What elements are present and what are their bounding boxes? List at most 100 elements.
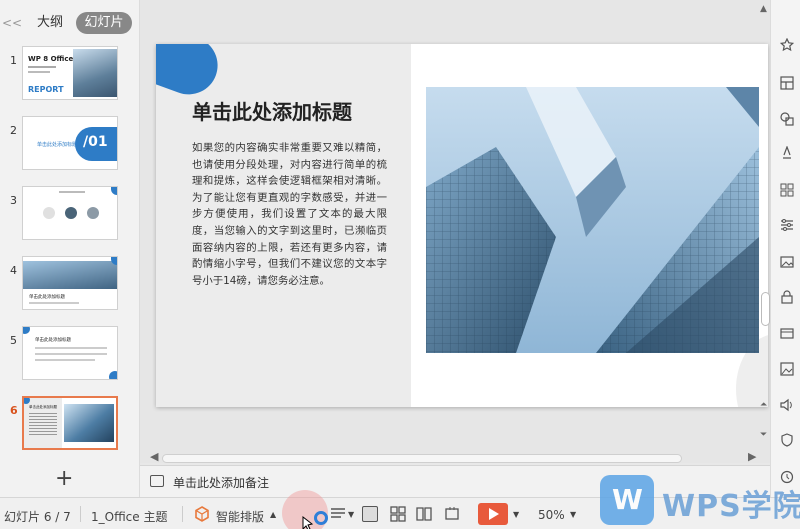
thumb-corner-shape: [111, 187, 117, 195]
fill-icon[interactable]: [780, 146, 794, 160]
layout-icon[interactable]: [780, 76, 794, 90]
tab-outline[interactable]: 大纲: [30, 12, 70, 34]
thumb-line: [28, 66, 56, 68]
smart-layout-icon[interactable]: [194, 506, 210, 522]
speaker-icon[interactable]: [780, 398, 794, 412]
thumb-building-image: [73, 49, 117, 97]
notes-icon: [150, 475, 164, 487]
thumb-building-image: [64, 404, 114, 442]
thumb-title: 单击此处添加标题: [35, 338, 71, 343]
thumb-corner-shape: [109, 371, 117, 379]
image-icon[interactable]: [780, 255, 794, 269]
thumb-line: [28, 71, 50, 73]
add-slide-button[interactable]: +: [55, 466, 73, 491]
slide-number: 2: [10, 124, 17, 137]
slide-thumbnail-5[interactable]: 5 单击此处添加标题: [0, 326, 140, 382]
scroll-up-arrow-icon[interactable]: ▲: [760, 4, 767, 14]
thumbnail-image[interactable]: 单击此处添加标题: [22, 326, 118, 380]
wps-logo-letter: W: [612, 483, 643, 516]
zoom-caret-icon[interactable]: ▼: [570, 510, 576, 519]
horizontal-scrollbar[interactable]: ◀ ▶: [148, 450, 768, 464]
thumbnail-image[interactable]: WP 8 Office REPORT: [22, 46, 118, 100]
thumbnail-image[interactable]: [22, 186, 118, 240]
slide-thumbnail-4[interactable]: 4 单击此处添加标题: [0, 256, 140, 312]
tab-slides[interactable]: 幻灯片: [76, 12, 132, 34]
slide-number: 4: [10, 264, 17, 277]
scroll-left-arrow-icon[interactable]: ◀: [150, 450, 158, 463]
collapse-panel-button[interactable]: <<: [2, 16, 22, 30]
skyscraper-illustration: [426, 87, 759, 353]
thumb-report-text: REPORT: [28, 85, 64, 94]
slide-panel: << 大纲 幻灯片 1 WP 8 Office REPORT 2 单击此处添加标…: [0, 0, 140, 497]
slide-thumbnail-2[interactable]: 2 单击此处添加标题 /01: [0, 116, 140, 172]
thumb-corner-shape: [23, 327, 30, 334]
thumbnail-image[interactable]: 单击此处添加标题 /01: [22, 116, 118, 170]
caret-up-icon[interactable]: ▲: [270, 510, 276, 519]
thumb-line: [35, 347, 107, 349]
separator: [80, 506, 81, 522]
slide-number: 5: [10, 334, 17, 347]
shield-icon[interactable]: [780, 433, 794, 447]
scroll-next-icon[interactable]: ⏷: [760, 430, 767, 440]
thumb-line: [59, 191, 85, 193]
notes-view-icon[interactable]: [330, 507, 346, 521]
thumb-corner-shape: [24, 398, 30, 404]
presenter-view-icon[interactable]: [444, 506, 460, 522]
play-slideshow-button[interactable]: [478, 503, 508, 525]
right-toolbar: [770, 0, 800, 497]
thumb-circle: [43, 207, 55, 219]
thumb-title: WP 8 Office: [28, 55, 74, 63]
reading-view-icon[interactable]: [416, 506, 432, 522]
scrollbar-track[interactable]: [162, 454, 682, 463]
slide-canvas: 单击此处添加标题 如果您的内容确实非常重要又难以精简，也请使用分段处理，对内容进…: [140, 0, 770, 463]
panel-tabs: << 大纲 幻灯片: [0, 12, 140, 34]
grid-icon[interactable]: [780, 183, 794, 197]
thumb-line: [35, 353, 107, 355]
thumb-circle: [87, 207, 99, 219]
slide-title[interactable]: 单击此处添加标题: [192, 96, 352, 125]
vertical-scrollbar-thumb[interactable]: [761, 292, 770, 326]
thumb-building-image: [23, 261, 117, 289]
slide-body-text[interactable]: 如果您的内容确实非常重要又难以精简，也请使用分段处理，对内容进行简单的梳理和提炼…: [192, 140, 387, 289]
slide-number: 1: [10, 54, 17, 67]
settings-sliders-icon[interactable]: [780, 218, 794, 232]
slide-counter: 幻灯片 6 / 7: [4, 510, 71, 524]
thumb-circle: [65, 207, 77, 219]
skyscraper-image[interactable]: [426, 87, 759, 353]
slide-thumbnail-3[interactable]: 3: [0, 186, 140, 242]
thumb-number-text: /01: [83, 134, 108, 150]
zoom-level[interactable]: 50%: [538, 508, 565, 522]
current-slide[interactable]: 单击此处添加标题 如果您的内容确实非常重要又难以精简，也请使用分段处理，对内容进…: [156, 44, 768, 407]
slide-number: 3: [10, 194, 17, 207]
slide-sorter-view-icon[interactable]: [390, 506, 406, 522]
mouse-cursor-icon: [302, 516, 314, 529]
thumb-text-lines: [29, 413, 57, 437]
separator: [182, 506, 183, 522]
scroll-prev-icon[interactable]: ⏶: [760, 400, 767, 410]
notes-placeholder[interactable]: 单击此处添加备注: [173, 474, 269, 491]
thumb-title: 单击此处添加标题: [37, 142, 78, 148]
slide-thumbnail-6[interactable]: 6 单击此处添加标题: [0, 396, 140, 452]
cursor-ring: [314, 511, 328, 525]
thumb-line: [29, 302, 79, 304]
lock-icon[interactable]: [780, 290, 794, 304]
caret-down-icon[interactable]: ▼: [348, 510, 354, 519]
wps-logo: W: [600, 475, 654, 525]
smart-layout-button[interactable]: 智能排版: [216, 508, 264, 525]
picture-icon[interactable]: [780, 362, 794, 376]
slide-thumbnail-1[interactable]: 1 WP 8 Office REPORT: [0, 46, 140, 102]
thumb-title: 单击此处添加标题: [29, 405, 57, 409]
shapes-icon[interactable]: [780, 112, 794, 126]
wps-watermark-text: WPS学院: [662, 489, 800, 524]
slide-number: 6: [10, 404, 18, 417]
thumb-line: [35, 359, 95, 361]
box-icon[interactable]: [780, 326, 794, 340]
normal-view-icon[interactable]: [362, 506, 378, 522]
thumbnail-image-active[interactable]: 单击此处添加标题: [22, 396, 118, 450]
scroll-right-arrow-icon[interactable]: ▶: [748, 450, 756, 463]
theme-name[interactable]: 1_Office 主题: [91, 508, 167, 525]
thumbnail-image[interactable]: 单击此处添加标题: [22, 256, 118, 310]
thumb-title: 单击此处添加标题: [29, 295, 65, 300]
star-icon[interactable]: [780, 38, 794, 52]
play-options-caret-icon[interactable]: ▼: [513, 510, 519, 519]
